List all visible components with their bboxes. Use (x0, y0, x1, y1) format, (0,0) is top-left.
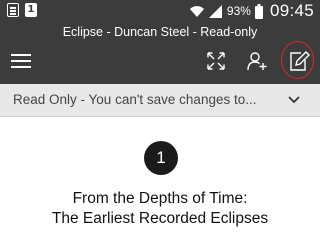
document-title: Eclipse - Duncan Steel - Read-only (62, 25, 258, 39)
menu-icon[interactable] (11, 54, 31, 68)
chevron-down-icon[interactable] (288, 96, 300, 104)
battery-percent: 93% (226, 4, 251, 18)
read-only-banner[interactable]: Read Only - You can't save changes to... (0, 84, 320, 117)
edit-highlight-circle (281, 41, 314, 79)
notification-area: 1 (7, 3, 37, 17)
chapter-title: From the Depths of Time: The Earliest Re… (0, 189, 320, 229)
add-person-icon[interactable] (245, 49, 269, 73)
calendar-day: 1 (27, 4, 35, 15)
system-icons: 93% 09:45 (189, 1, 314, 20)
status-bar: 1 93% 09:45 (0, 0, 320, 22)
word-document-screen: 1 93% 09:45 Eclipse - Duncan Steel - Rea… (0, 0, 320, 235)
signal-icon (208, 4, 222, 18)
battery-icon (254, 3, 263, 19)
chapter-number-badge: 1 (144, 141, 178, 175)
chapter-title-line2: The Earliest Recorded Eclipses (51, 210, 269, 227)
chapter-title-line1: From the Depths of Time: (72, 190, 248, 207)
banner-message: Read Only - You can't save changes to... (13, 92, 257, 107)
fullscreen-icon[interactable] (204, 49, 228, 73)
calendar-icon: 1 (25, 3, 37, 17)
clock: 09:45 (269, 1, 314, 20)
wifi-icon (189, 6, 204, 17)
app-bar: Eclipse - Duncan Steel - Read-only (0, 22, 320, 84)
document-icon (7, 3, 19, 17)
